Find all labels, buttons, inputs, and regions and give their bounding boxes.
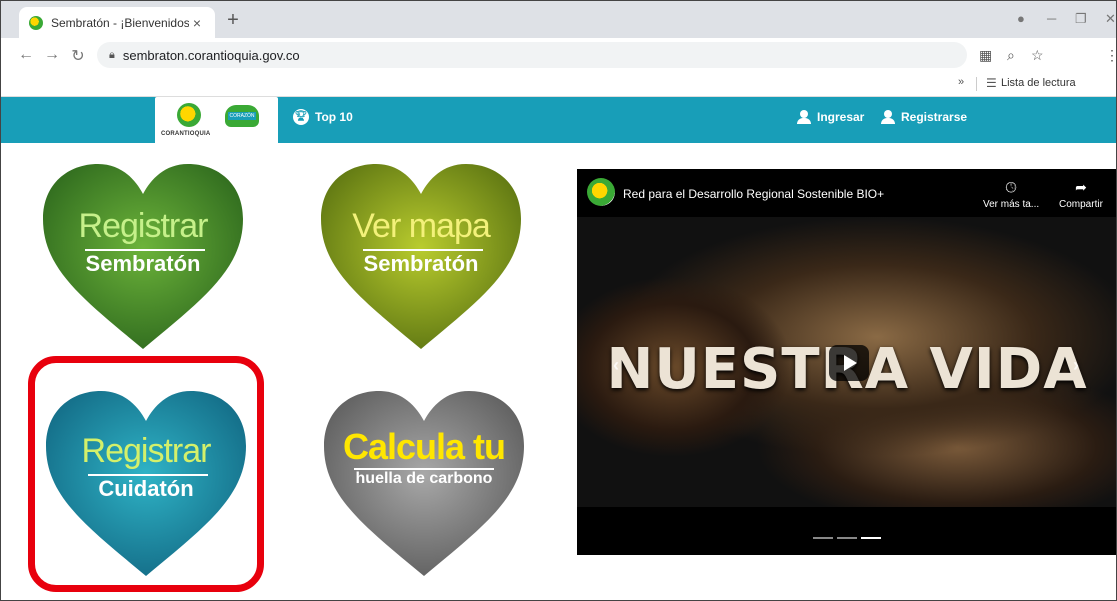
watch-later-button[interactable]: 🕓︎ Ver más ta... bbox=[983, 179, 1039, 210]
minimize-icon[interactable]: ─ bbox=[1047, 11, 1056, 26]
clock-icon: 🕓︎ bbox=[1005, 179, 1017, 195]
heart1-line1: Registrar bbox=[78, 207, 209, 245]
channel-logo-icon[interactable] bbox=[587, 178, 615, 206]
favicon-icon bbox=[29, 15, 43, 30]
reload-icon[interactable]: ↻ bbox=[69, 46, 87, 66]
star-icon[interactable]: ☆ bbox=[1031, 47, 1044, 64]
reading-list-button[interactable]: Lista de lectura bbox=[1001, 77, 1076, 89]
tab-strip: Sembratón - ¡Bienvenidos! × + ● ─ ❐ ✕ bbox=[1, 1, 1116, 38]
carousel-dot-active[interactable] bbox=[861, 537, 881, 539]
new-tab-button[interactable]: + bbox=[223, 9, 243, 31]
next-arrow-icon[interactable]: › bbox=[1073, 355, 1079, 376]
lock-icon: 🔒︎ bbox=[109, 48, 115, 61]
login-label: Ingresar bbox=[817, 110, 865, 124]
highlight-box bbox=[28, 356, 264, 592]
close-tab-icon[interactable]: × bbox=[189, 15, 205, 31]
zoom-icon[interactable]: ⌕ bbox=[1007, 47, 1015, 64]
url-text: sembraton.corantioquia.gov.co bbox=[122, 47, 300, 63]
browser-toolbar: ← → ↻ 🔒︎ sembraton.corantioquia.gov.co ▦… bbox=[1, 38, 1116, 72]
login-link[interactable]: Ingresar bbox=[797, 110, 864, 124]
carbon-footprint-button[interactable]: Calcula tu huella de carbono bbox=[324, 386, 524, 586]
heart4-line2: huella de carbono bbox=[355, 470, 493, 487]
youtube-embed[interactable]: Red para el Desarrollo Regional Sostenib… bbox=[577, 169, 1116, 555]
corazon-logo-icon: CORAZÓN bbox=[225, 105, 259, 127]
restore-icon[interactable]: ❐ bbox=[1075, 11, 1087, 27]
site-logo[interactable]: CORAZÓN CORANTIOQUIA bbox=[155, 97, 278, 143]
heart2-line1: Ver mapa bbox=[352, 207, 491, 245]
prev-arrow-icon[interactable]: ‹ bbox=[613, 355, 619, 376]
register-link[interactable]: Registrarse bbox=[881, 110, 967, 124]
address-bar[interactable]: 🔒︎ sembraton.corantioquia.gov.co bbox=[97, 42, 967, 68]
share-icon: ➦ bbox=[1075, 179, 1087, 195]
logo-brand-text: CORANTIOQUIA bbox=[161, 131, 211, 137]
share-label: Compartir bbox=[1059, 199, 1103, 210]
register-label: Registrarse bbox=[901, 110, 968, 124]
site-navbar: CORAZÓN CORANTIOQUIA 🏆︎ Top 10 Ingresar … bbox=[1, 97, 1116, 143]
back-icon[interactable]: ← bbox=[17, 46, 35, 64]
bookmarks-more-button[interactable]: » bbox=[958, 76, 964, 88]
forward-icon[interactable]: → bbox=[43, 46, 61, 64]
corantioquia-logo-icon bbox=[177, 103, 201, 127]
watch-later-label: Ver más ta... bbox=[983, 199, 1040, 210]
video-title[interactable]: Red para el Desarrollo Regional Sostenib… bbox=[623, 187, 884, 201]
user-register-icon bbox=[881, 110, 897, 124]
play-button[interactable] bbox=[829, 345, 869, 381]
trophy-icon: 🏆︎ bbox=[293, 109, 309, 125]
bookmarks-bar: » ☰ Lista de lectura bbox=[1, 72, 1116, 97]
heart1-line2: Sembratón bbox=[85, 251, 201, 276]
nav-top10[interactable]: 🏆︎ Top 10 bbox=[293, 109, 353, 125]
register-sembraton-button[interactable]: Registrar Sembratón bbox=[43, 159, 243, 359]
tab-title: Sembratón - ¡Bienvenidos! bbox=[51, 15, 189, 30]
bookmarks-divider bbox=[976, 77, 977, 91]
browser-tab[interactable]: Sembratón - ¡Bienvenidos! × bbox=[19, 7, 215, 38]
logo-heart-text: CORAZÓN bbox=[228, 112, 256, 120]
view-map-sembraton-button[interactable]: Ver mapa Sembratón bbox=[321, 159, 521, 359]
carousel-dot[interactable] bbox=[813, 537, 833, 539]
carousel-dots bbox=[813, 537, 881, 539]
browser-window: Sembratón - ¡Bienvenidos! × + ● ─ ❐ ✕ ← … bbox=[0, 0, 1117, 601]
heart4-line1: Calcula tu bbox=[342, 426, 506, 467]
add-user-icon bbox=[797, 110, 813, 124]
close-window-icon[interactable]: ✕ bbox=[1105, 11, 1116, 27]
nav-top10-label: Top 10 bbox=[315, 110, 353, 124]
share-button[interactable]: ➦ Compartir bbox=[1059, 179, 1103, 210]
profile-icon[interactable]: ● bbox=[1017, 11, 1025, 26]
carousel-dot[interactable] bbox=[837, 537, 857, 539]
reading-list-icon[interactable]: ☰ bbox=[986, 76, 997, 90]
heart2-line2: Sembratón bbox=[363, 251, 479, 276]
qr-icon[interactable]: ▦ bbox=[979, 47, 992, 64]
menu-icon[interactable]: ⋮ bbox=[1105, 47, 1116, 64]
